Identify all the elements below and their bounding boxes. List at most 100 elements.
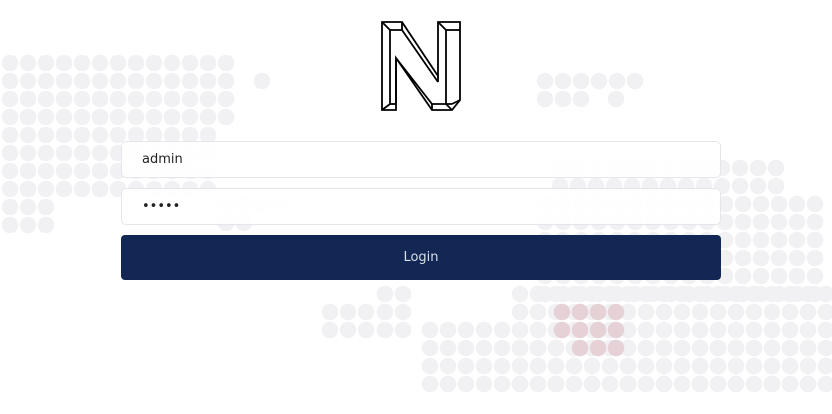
background-dot — [745, 321, 763, 339]
background-dot — [511, 321, 529, 339]
background-dot — [37, 54, 55, 72]
background-dot — [73, 126, 91, 144]
background-dot — [680, 285, 698, 303]
background-dot — [691, 357, 709, 375]
background-dot — [716, 285, 734, 303]
background-dot — [439, 375, 457, 393]
background-dot — [619, 357, 637, 375]
background-dot — [788, 267, 806, 285]
background-dot — [421, 357, 439, 375]
username-input[interactable] — [121, 141, 721, 178]
background-dot — [781, 321, 799, 339]
background-dot — [691, 357, 709, 375]
background-dot — [734, 267, 752, 285]
background-dot — [547, 375, 565, 393]
background-dot — [806, 249, 824, 267]
background-dot — [770, 195, 788, 213]
background-dot — [601, 321, 619, 339]
background-dot — [91, 144, 109, 162]
login-button[interactable]: Login — [121, 235, 721, 280]
background-dot — [565, 375, 583, 393]
background-dot — [565, 321, 583, 339]
background-dot — [655, 357, 673, 375]
background-dot — [608, 285, 626, 303]
background-dot — [637, 321, 655, 339]
background-dot — [572, 285, 590, 303]
background-dot — [394, 321, 412, 339]
background-dot — [619, 321, 637, 339]
background-dot — [673, 375, 691, 393]
background-dot — [626, 72, 644, 90]
background-dot — [673, 321, 691, 339]
background-dot — [788, 249, 806, 267]
background-dot — [55, 90, 73, 108]
background-dot — [529, 357, 547, 375]
background-dot — [607, 303, 625, 321]
background-dot — [601, 321, 619, 339]
background-dot — [752, 231, 770, 249]
background-dot — [691, 303, 709, 321]
background-dot — [817, 321, 832, 339]
background-dot — [547, 303, 565, 321]
background-dot — [589, 339, 607, 357]
background-dot — [799, 321, 817, 339]
background-dot — [817, 339, 832, 357]
background-dot — [655, 375, 673, 393]
background-dot — [457, 321, 475, 339]
background-dot — [767, 159, 785, 177]
background-dot — [511, 357, 529, 375]
background-dot — [19, 180, 37, 198]
background-dot — [529, 357, 547, 375]
background-dot — [781, 357, 799, 375]
background-dot — [493, 339, 511, 357]
background-dot — [752, 285, 770, 303]
background-dot — [1, 198, 19, 216]
background-dot — [709, 303, 727, 321]
background-dot — [655, 339, 673, 357]
background-dot — [19, 216, 37, 234]
background-dot — [727, 321, 745, 339]
background-dot — [376, 321, 394, 339]
background-dot — [217, 90, 235, 108]
background-dot — [601, 339, 619, 357]
background-dot — [691, 321, 709, 339]
background-dot — [1, 162, 19, 180]
background-dot — [589, 321, 607, 339]
background-dot — [565, 285, 583, 303]
background-dot — [37, 90, 55, 108]
background-dot — [536, 72, 554, 90]
n-logo-icon — [381, 21, 461, 111]
background-dot — [788, 231, 806, 249]
background-dot — [163, 72, 181, 90]
background-dot — [475, 375, 493, 393]
background-dot — [55, 54, 73, 72]
login-form: Login — [121, 141, 721, 280]
background-dot — [109, 108, 127, 126]
background-dot — [529, 339, 547, 357]
background-dot — [655, 321, 673, 339]
background-dot — [547, 357, 565, 375]
background-dot — [547, 375, 565, 393]
background-dot — [655, 303, 673, 321]
background-dot — [376, 303, 394, 321]
background-dot — [163, 90, 181, 108]
background-dot — [145, 72, 163, 90]
background-dot — [91, 180, 109, 198]
background-dot — [749, 177, 767, 195]
background-dot — [511, 321, 529, 339]
background-dot — [601, 339, 619, 357]
background-dot — [781, 303, 799, 321]
background-dot — [583, 357, 601, 375]
background-dot — [727, 357, 745, 375]
background-dot — [37, 126, 55, 144]
background-dot — [691, 375, 709, 393]
background-dot — [1, 126, 19, 144]
background-dot — [253, 72, 271, 90]
background-dot — [731, 159, 749, 177]
password-input[interactable] — [121, 188, 721, 225]
background-dot — [529, 375, 547, 393]
background-dot — [752, 249, 770, 267]
background-dot — [1, 144, 19, 162]
background-dot — [554, 72, 572, 90]
background-dot — [73, 162, 91, 180]
